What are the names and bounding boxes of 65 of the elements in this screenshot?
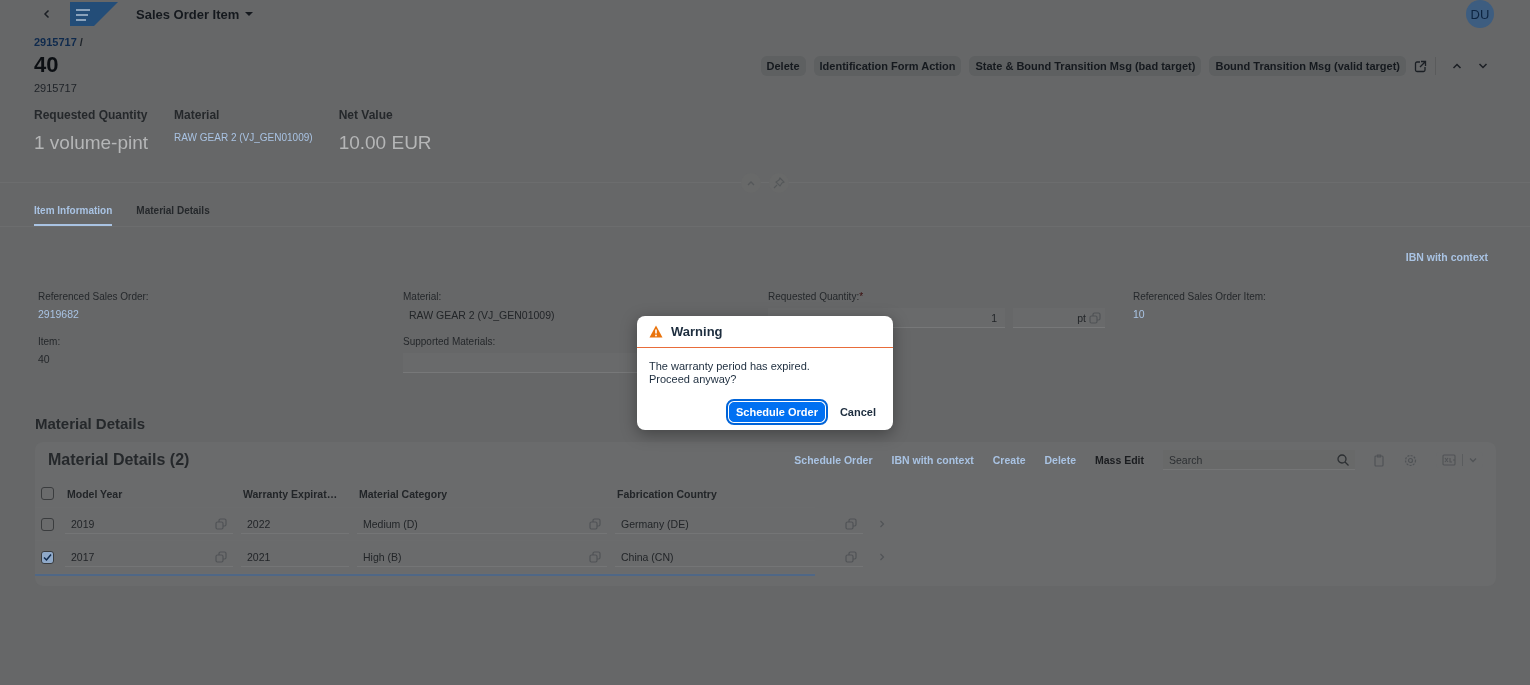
value-help-icon[interactable] <box>215 550 227 563</box>
action-button[interactable]: Bound Transition Msg (valid target) <box>1209 56 1406 76</box>
kpi-value: 10.00 EUR <box>338 132 432 154</box>
chevron-down-icon[interactable] <box>1478 62 1488 70</box>
column-header: Warranty Expirat… <box>242 487 339 500</box>
back-icon[interactable] <box>42 9 52 19</box>
section-tab[interactable]: Item Information <box>34 199 113 226</box>
breadcrumb-link[interactable]: 2915717 <box>34 36 77 48</box>
value-help-icon[interactable] <box>1089 311 1101 324</box>
section-title: Material Details <box>35 415 146 432</box>
object-subtitle: 2915717 <box>34 82 78 94</box>
column-header: Model Year <box>66 487 124 500</box>
clipboard-icon[interactable] <box>1374 453 1385 467</box>
warning-icon <box>649 325 663 338</box>
breadcrumb-separator: / <box>79 36 83 48</box>
field-label: Supported Materials: <box>403 336 497 347</box>
kpi-value: 1 volume-pint <box>34 132 149 154</box>
settings-icon[interactable] <box>1404 453 1417 467</box>
toolbar-button[interactable]: Schedule Order <box>794 454 873 466</box>
kpi-label: Material <box>174 108 221 122</box>
search-icon[interactable] <box>1337 454 1349 466</box>
field-link[interactable]: 2919682 <box>38 308 79 320</box>
select-all-checkbox[interactable] <box>41 487 54 500</box>
user-avatar[interactable]: DU <box>1466 0 1494 28</box>
row-checkbox[interactable] <box>41 550 54 564</box>
spreadsheet-icon <box>1442 454 1456 466</box>
field-label: Item: <box>38 336 62 347</box>
dialog-message: The warranty period has expired. Proceed anyway? <box>648 359 811 387</box>
dialog-button[interactable]: Cancel <box>832 402 883 423</box>
field-label: Requested Quantity:* <box>768 291 865 302</box>
column-header: Fabrication Country <box>616 487 718 500</box>
column-header: Material Category <box>358 487 449 500</box>
action-button[interactable]: Identification Form Action <box>813 56 962 76</box>
field-label: Material: <box>403 291 443 302</box>
field-link[interactable]: 10 <box>1133 308 1145 320</box>
field-value: RAW GEAR 2 (VJ_GEN01009) <box>408 308 556 322</box>
toolbar-button[interactable]: IBN with context <box>891 454 974 466</box>
value-help-icon[interactable] <box>589 550 601 563</box>
kpi-link[interactable]: RAW GEAR 2 (VJ_GEN01009) <box>174 132 313 143</box>
field-value: 40 <box>38 353 51 365</box>
value-help-icon[interactable] <box>845 517 857 530</box>
share-icon[interactable] <box>1414 59 1427 73</box>
dialog-title: Warning <box>671 324 723 339</box>
value-help-icon[interactable] <box>215 517 227 530</box>
field-label: Referenced Sales Order Item: <box>1133 291 1267 302</box>
app-title-menu[interactable]: Sales Order Item <box>136 6 254 22</box>
chevron-up-icon[interactable] <box>1452 62 1462 70</box>
logo-icon <box>70 2 118 26</box>
value-help-icon[interactable] <box>589 517 601 530</box>
toolbar-button[interactable]: Create <box>992 454 1026 466</box>
object-title: 40 <box>34 52 60 78</box>
action-button[interactable]: State & Bound Transition Msg (bad target) <box>969 56 1202 76</box>
action-button[interactable]: Delete <box>760 56 806 76</box>
ibn-link[interactable]: IBN with context <box>1405 251 1488 263</box>
caret-icon <box>245 11 254 17</box>
kpi-label: Requested Quantity <box>34 108 149 122</box>
toolbar-button[interactable]: Mass Edit <box>1095 454 1144 466</box>
section-tab[interactable]: Material Details <box>136 199 210 226</box>
value-help-icon[interactable] <box>845 550 857 563</box>
kpi-label: Net Value <box>338 108 394 122</box>
toolbar-button[interactable]: Delete <box>1044 454 1076 466</box>
row-checkbox[interactable] <box>41 517 54 531</box>
field-label: Referenced Sales Order: <box>38 291 150 302</box>
table-title: Material Details (2) <box>48 451 190 469</box>
dialog-button[interactable]: Schedule Order <box>729 402 825 423</box>
